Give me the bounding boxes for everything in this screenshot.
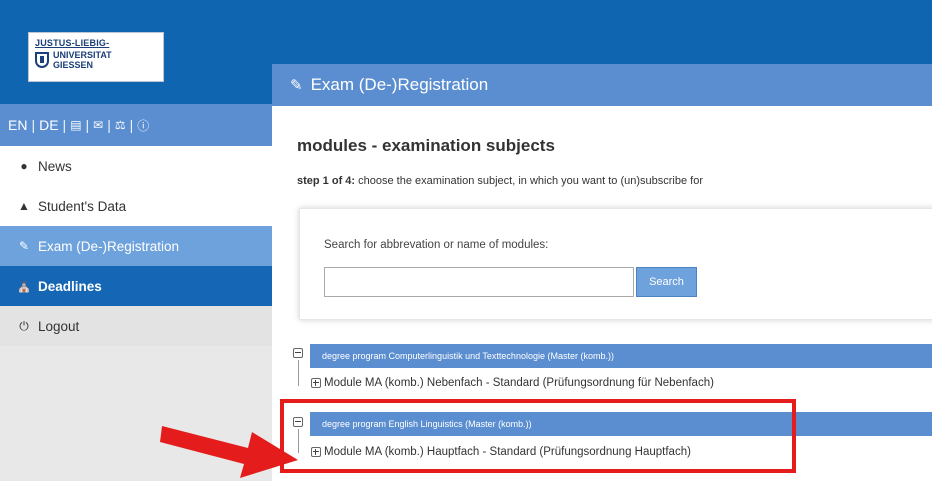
book-icon[interactable]: ▤ — [70, 118, 81, 132]
sidebar-item-label: News — [38, 158, 72, 174]
module-row-1[interactable]: Module MA (komb.) Nebenfach - Standard (… — [311, 377, 714, 389]
collapse-program-1-icon[interactable] — [293, 348, 303, 358]
scale-icon[interactable]: ⚖ — [115, 118, 126, 132]
sidebar-item-deadlines[interactable]: ⛪ Deadlines — [0, 266, 272, 306]
language-bar: EN | DE | ▤ | ✉ | ⚖ | ⓘ — [0, 104, 272, 146]
sidebar-item-logout[interactable]: ⏻ Logout — [0, 306, 272, 346]
envelope-icon[interactable]: ✉ — [93, 118, 103, 132]
sidebar-item-label: Exam (De-)Registration — [38, 238, 180, 254]
annotation-highlight-box — [280, 399, 796, 473]
search-button[interactable]: Search — [636, 267, 697, 297]
language-de-link[interactable]: DE — [39, 117, 58, 133]
sidebar-item-label: Student's Data — [38, 198, 127, 214]
degree-program-1[interactable]: degree program Computerlinguistik und Te… — [310, 344, 932, 368]
sidebar-item-label: Deadlines — [38, 278, 102, 294]
tree-connector — [298, 360, 299, 386]
logo-text-line3: GIESSEN — [53, 60, 94, 70]
step-indicator: step 1 of 4: choose the examination subj… — [297, 175, 703, 187]
sidebar-item-label: Logout — [38, 318, 80, 334]
logo-text-line1: JUSTUS-LIEBIG- — [35, 38, 110, 48]
graduation-cap-icon: ▲ — [18, 199, 30, 213]
institution-icon: ⛪ — [16, 279, 32, 293]
step-number: step 1 of 4: — [297, 175, 356, 187]
search-label: Search for abbrevation or name of module… — [324, 239, 549, 251]
separator: | — [31, 117, 36, 133]
logo-text-line2: UNIVERSITAT — [53, 50, 112, 60]
separator: | — [62, 117, 67, 133]
language-en-link[interactable]: EN — [8, 117, 27, 133]
page-header-title: Exam (De-)Registration — [310, 75, 489, 94]
expand-module-icon[interactable] — [311, 378, 321, 388]
university-emblem-icon — [35, 52, 49, 68]
power-icon: ⏻ — [19, 318, 29, 333]
page-header-bar: ✎ Exam (De-)Registration — [272, 64, 932, 106]
edit-icon: ✎ — [290, 77, 303, 94]
module-label[interactable]: Module MA (komb.) Nebenfach - Standard (… — [324, 377, 714, 389]
sidebar-item-exam-registration[interactable]: ✎ Exam (De-)Registration — [0, 226, 272, 266]
step-description: choose the examination subject, in which… — [355, 175, 703, 187]
search-panel: Search for abbrevation or name of module… — [299, 208, 932, 320]
page-title: modules - examination subjects — [297, 136, 555, 155]
separator: | — [85, 117, 90, 133]
separator: | — [129, 117, 134, 133]
annotation-arrow-icon — [160, 426, 298, 478]
comment-icon: ● — [20, 159, 28, 173]
sidebar-item-news[interactable]: ● News — [0, 146, 272, 186]
edit-icon: ✎ — [18, 239, 30, 253]
separator: | — [107, 117, 111, 133]
search-input[interactable] — [324, 267, 634, 297]
sidebar-item-students-data[interactable]: ▲ Student's Data — [0, 186, 272, 226]
university-logo[interactable]: JUSTUS-LIEBIG- UNIVERSITAT GIESSEN — [28, 32, 164, 82]
info-icon[interactable]: ⓘ — [137, 117, 149, 134]
